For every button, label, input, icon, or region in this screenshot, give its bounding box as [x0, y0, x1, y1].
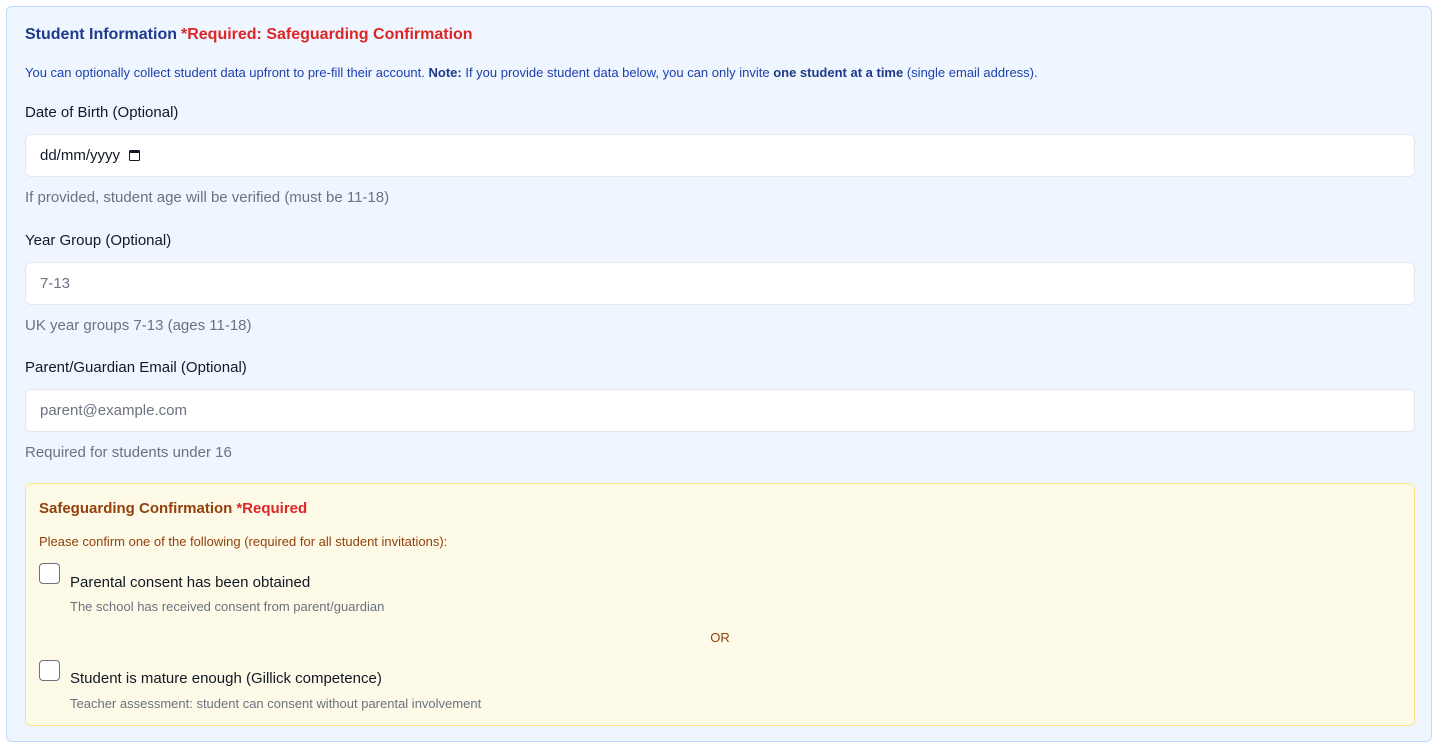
gillick-competence-description: Teacher assessment: student can consent … [70, 696, 482, 711]
required-badge: *Required: Safeguarding Confirmation [180, 26, 473, 43]
parent-email-placeholder: parent@example.com [40, 402, 187, 419]
dob-label: Date of Birth (Optional) [25, 104, 179, 121]
parent-email-label: Parent/Guardian Email (Optional) [25, 359, 247, 376]
intro-text-middle: If you provide student data below, you c… [461, 65, 774, 80]
intro-note-label: Note: [428, 65, 462, 80]
parental-consent-label[interactable]: Parental consent has been obtained [70, 574, 310, 591]
intro-text: You can optionally collect student data … [25, 65, 429, 80]
safeguarding-intro: Please confirm one of the following (req… [39, 534, 448, 549]
intro-text-end: (single email address). [903, 65, 1038, 80]
year-group-input[interactable]: 7-13 [25, 262, 1415, 305]
parental-consent-description: The school has received consent from par… [70, 599, 385, 614]
year-group-label: Year Group (Optional) [25, 232, 172, 249]
safeguarding-title-text: Safeguarding Confirmation [39, 500, 233, 517]
parental-consent-checkbox[interactable] [39, 563, 60, 584]
section-intro: You can optionally collect student data … [25, 65, 1038, 80]
parent-email-hint: Required for students under 16 [25, 444, 232, 461]
parent-email-input[interactable]: parent@example.com [25, 389, 1415, 432]
dob-input[interactable]: dd/mm/yyyy [25, 134, 1415, 177]
year-group-placeholder: 7-13 [40, 275, 71, 292]
calendar-icon[interactable] [129, 150, 141, 161]
year-group-hint: UK year groups 7-13 (ages 11-18) [25, 317, 252, 334]
section-title: Student Information *Required: Safeguardi… [25, 26, 473, 44]
or-separator: OR [710, 630, 730, 645]
section-title-text: Student Information [25, 26, 177, 43]
safeguarding-title: Safeguarding Confirmation *Required [39, 500, 307, 517]
gillick-competence-label[interactable]: Student is mature enough (Gillick compet… [70, 670, 382, 687]
safeguarding-box: Safeguarding Confirmation *Required Pleas… [25, 483, 1415, 726]
safeguarding-required-badge: *Required [236, 500, 308, 517]
dob-hint: If provided, student age will be verifie… [25, 189, 390, 206]
gillick-competence-checkbox[interactable] [39, 660, 60, 681]
student-information-panel: Student Information *Required: Safeguardi… [6, 6, 1432, 742]
dob-value: dd/mm/yyyy [40, 147, 121, 164]
intro-emphasis: one student at a time [773, 65, 904, 80]
